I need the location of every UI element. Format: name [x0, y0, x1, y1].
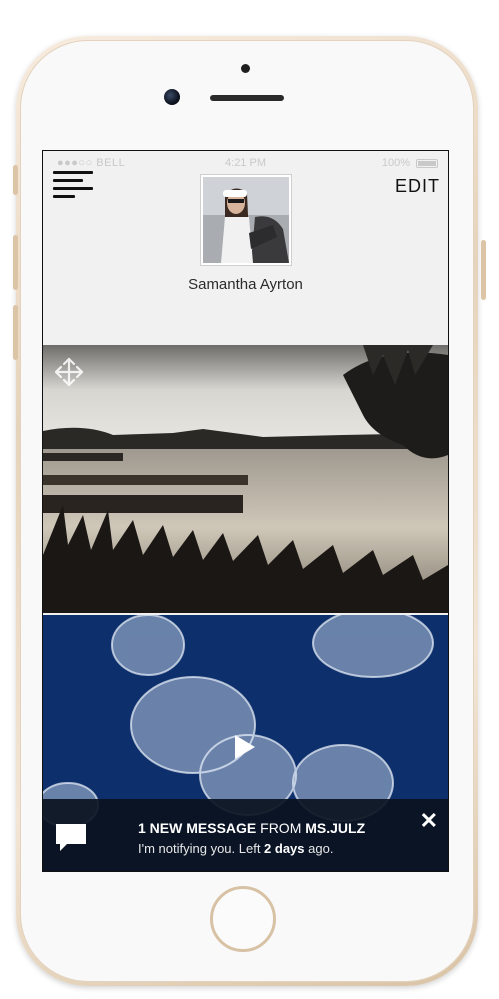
notification-body-duration: 2 days	[264, 841, 305, 856]
avatar-photo	[203, 177, 289, 263]
profile-avatar[interactable]	[201, 175, 291, 265]
earpiece-speaker	[210, 95, 284, 101]
volume-down-button	[13, 305, 18, 360]
power-button	[481, 240, 486, 300]
volume-up-button	[13, 235, 18, 290]
play-icon[interactable]	[235, 735, 255, 759]
notification-body-prefix: I'm notifying you. Left	[138, 841, 265, 856]
notification-sender: MS.JULZ	[305, 820, 366, 836]
notification-body: I'm notifying you. Left 2 days ago.	[138, 841, 333, 856]
notification-from-text: FROM	[256, 820, 306, 836]
battery-icon	[416, 159, 438, 168]
lake-photo[interactable]	[43, 345, 448, 613]
move-arrows-icon[interactable]	[53, 356, 85, 388]
status-bar: ●●●○○ BELL 4:21 PM 100%	[43, 151, 448, 171]
edit-button[interactable]: EDIT	[395, 176, 440, 197]
message-notification[interactable]: 1 NEW MESSAGE FROM MS.JULZ I'm notifying…	[43, 799, 448, 871]
chat-bubble-icon	[56, 824, 86, 851]
home-button[interactable]	[210, 886, 276, 952]
close-icon[interactable]: ✕	[420, 810, 438, 832]
notification-count-text: 1 NEW MESSAGE	[138, 820, 257, 836]
app-screen: ●●●○○ BELL 4:21 PM 100% EDIT Samantha Ay…	[42, 150, 449, 872]
battery-percent: 100%	[381, 157, 410, 169]
notification-title: 1 NEW MESSAGE FROM MS.JULZ	[138, 820, 365, 836]
front-camera	[164, 89, 180, 105]
hamburger-menu-icon[interactable]	[53, 171, 95, 199]
mute-switch	[13, 165, 18, 195]
proximity-sensor	[241, 64, 250, 73]
notification-body-suffix: ago.	[304, 841, 334, 856]
profile-name: Samantha Ayrton	[188, 276, 303, 293]
